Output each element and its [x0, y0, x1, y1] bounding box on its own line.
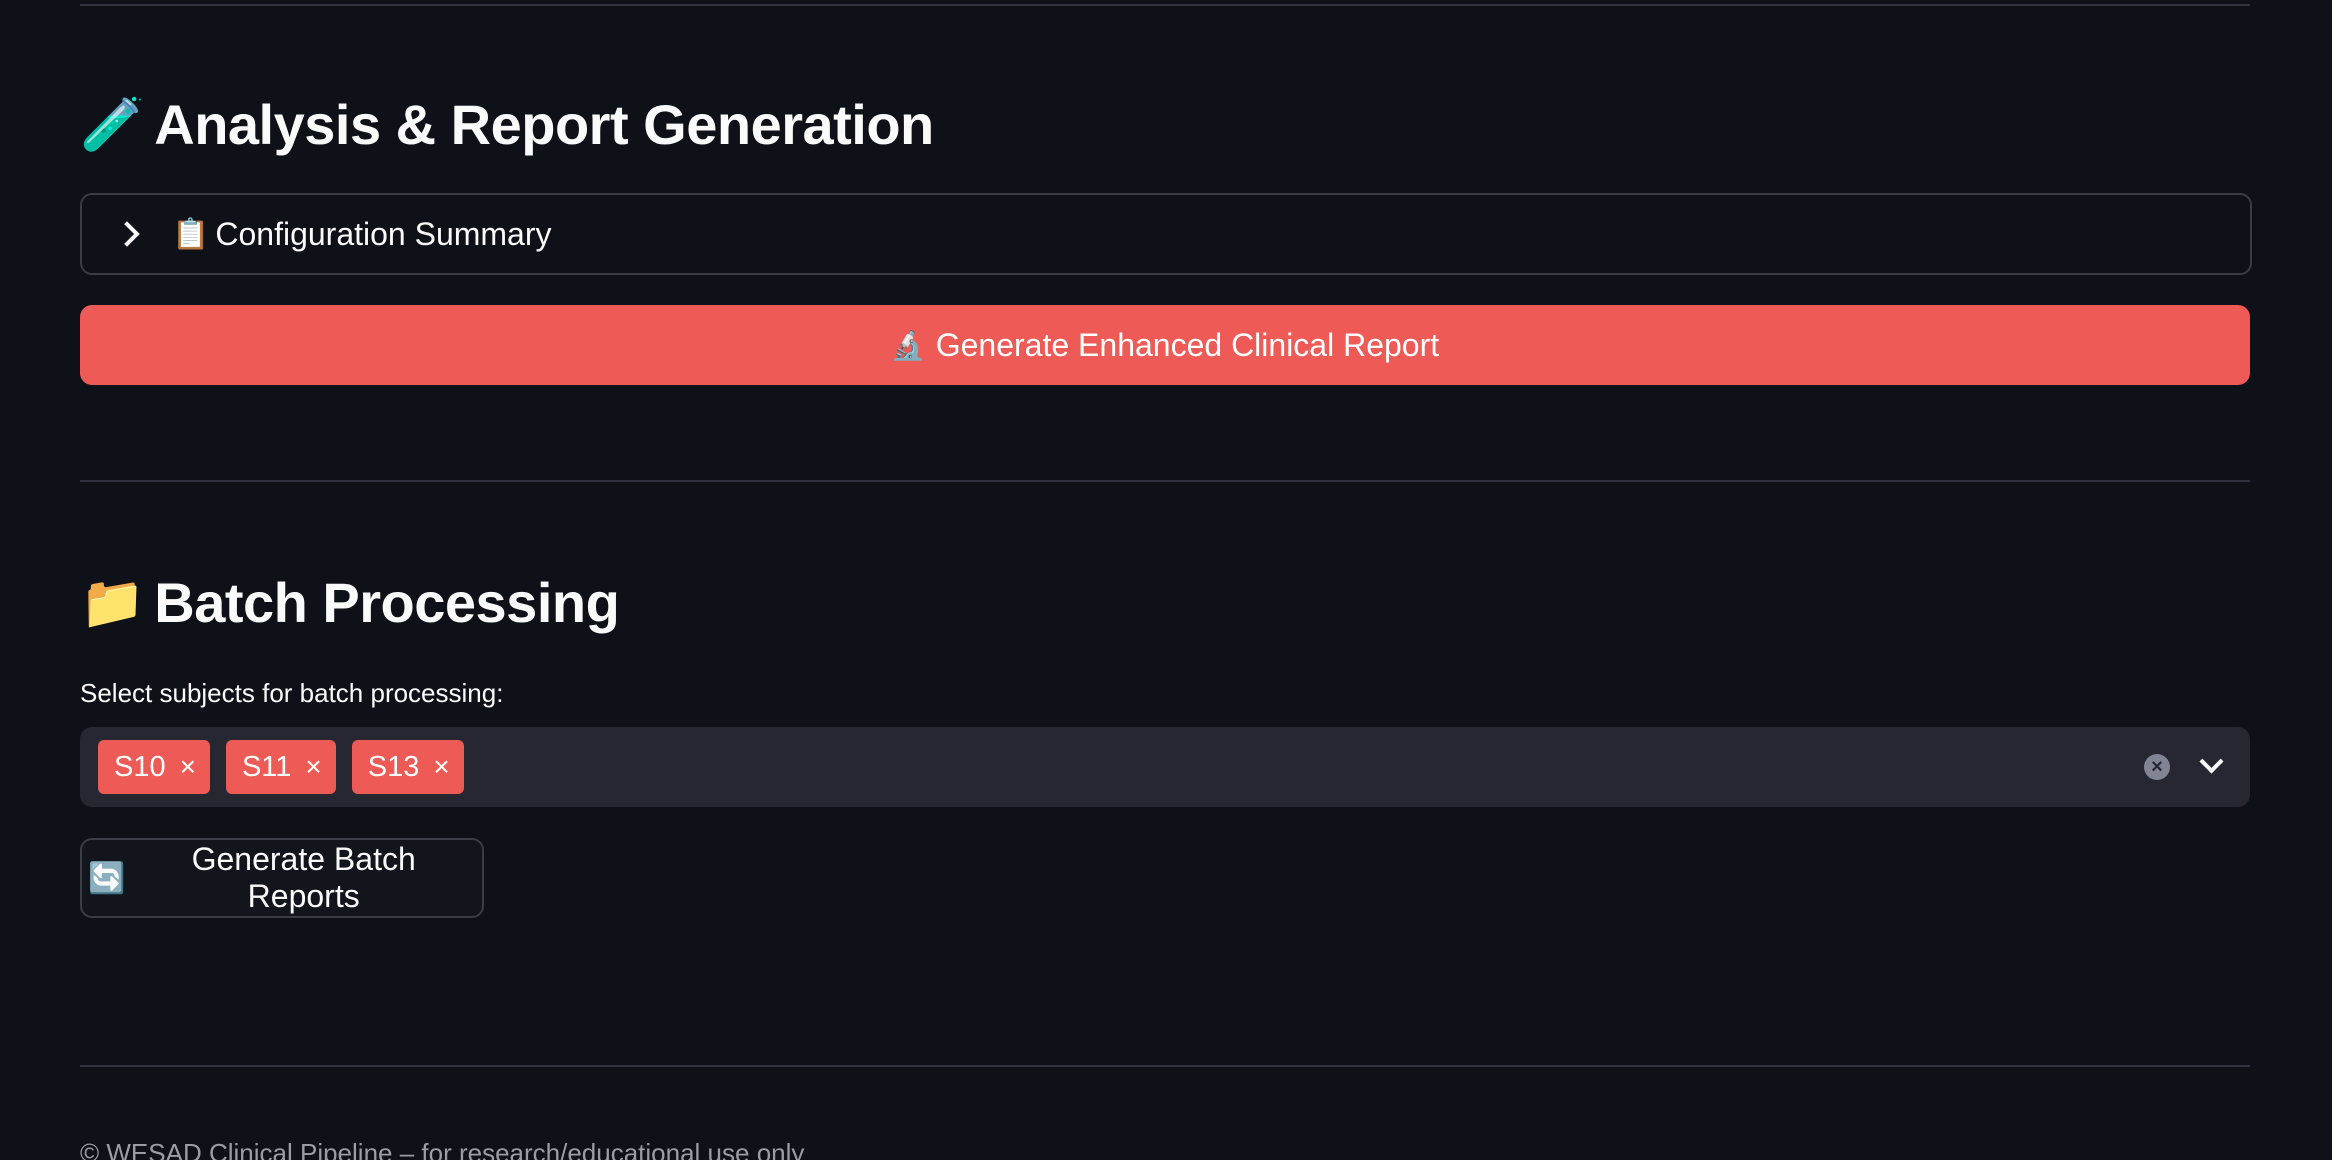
subject-tag: S13 × [351, 740, 464, 794]
subject-tag: S11 × [225, 740, 336, 794]
refresh-icon: 🔄 [88, 861, 126, 895]
subject-tag-label: S10 [114, 750, 166, 783]
chevron-right-icon [114, 221, 140, 247]
page: 🧪 Analysis & Report Generation 📋 Configu… [0, 0, 2332, 1160]
analysis-section-title: Analysis & Report Generation [154, 93, 934, 156]
divider-middle [80, 480, 2250, 482]
generate-batch-reports-button[interactable]: 🔄 Generate Batch Reports [80, 838, 484, 918]
configuration-summary-expander[interactable]: 📋 Configuration Summary [80, 193, 2252, 275]
subject-select-label: Select subjects for batch processing: [80, 678, 504, 708]
generate-batch-reports-label: Generate Batch Reports [191, 841, 416, 914]
test-tube-icon: 🧪 [80, 96, 145, 154]
divider-top [80, 4, 2250, 6]
remove-tag-icon[interactable]: × [305, 751, 321, 783]
remove-tag-icon[interactable]: × [180, 751, 196, 783]
folder-icon: 📁 [80, 574, 145, 632]
chevron-down-icon[interactable] [2199, 749, 2224, 774]
batch-section-heading: 📁 Batch Processing [80, 570, 620, 635]
batch-section-title: Batch Processing [154, 571, 620, 634]
subject-multiselect[interactable]: S10 × S11 × S13 × × [80, 727, 2250, 807]
microscope-icon: 🔬 [890, 329, 926, 361]
divider-bottom [80, 1065, 2250, 1067]
subject-tag-label: S11 [241, 750, 292, 783]
subject-tag: S10 × [98, 740, 210, 794]
subject-tag-label: S13 [367, 750, 420, 783]
clipboard-icon: 📋 [172, 217, 210, 251]
footer-text: © WESAD Clinical Pipeline – for research… [80, 1138, 805, 1160]
clear-all-icon[interactable]: × [2144, 754, 2170, 780]
expander-label: Configuration Summary [215, 215, 552, 252]
generate-clinical-report-button[interactable]: 🔬 Generate Enhanced Clinical Report [80, 305, 2250, 385]
remove-tag-icon[interactable]: × [433, 751, 449, 783]
analysis-section-heading: 🧪 Analysis & Report Generation [80, 92, 934, 157]
generate-clinical-report-label: Generate Enhanced Clinical Report [935, 326, 1440, 363]
